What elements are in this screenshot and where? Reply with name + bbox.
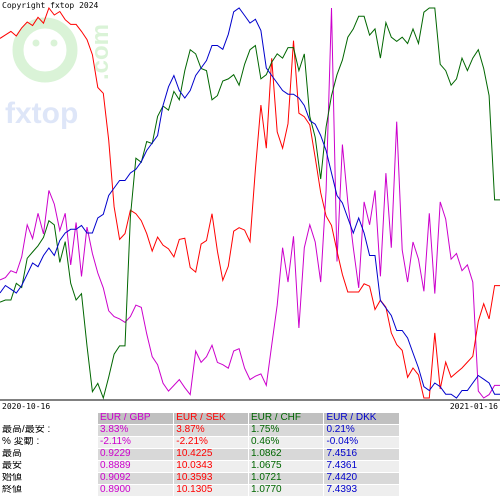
stats-cell: 1.0770 bbox=[247, 484, 325, 497]
stats-cell: 3.87% bbox=[173, 424, 249, 437]
x-start-label: 2020-10-16 bbox=[2, 402, 50, 411]
stats-row-end: 終値 0.8900 10.1305 1.0770 7.4393 bbox=[0, 484, 400, 497]
smiley-eye bbox=[32, 39, 40, 47]
stats-cell: 0.8900 bbox=[96, 484, 175, 497]
stats-cell: 0.8889 bbox=[96, 460, 175, 473]
stats-cell: -2.21% bbox=[173, 436, 249, 449]
stats-cell: 0.9229 bbox=[96, 448, 175, 461]
stats-cell: 1.75% bbox=[247, 424, 325, 437]
stats-cell: 0.21% bbox=[323, 424, 400, 437]
stats-cell: 7.4393 bbox=[323, 484, 400, 497]
stats-cell: 10.4225 bbox=[173, 448, 249, 461]
stats-table: EUR / GBP EUR / SEK EUR / CHF EUR / DKK 最高/最… bbox=[0, 412, 400, 497]
series-header: EUR / GBP bbox=[96, 412, 175, 425]
stats-cell: 7.4420 bbox=[323, 472, 400, 485]
stats-row-min: 最安 0.8889 10.0343 1.0675 7.4361 bbox=[0, 460, 400, 473]
series-layer bbox=[0, 6, 500, 400]
stats-cell: 0.46% bbox=[247, 436, 325, 449]
series-header: EUR / DKK bbox=[323, 412, 400, 425]
stats-row-change: % 変動 : -2.11% -2.21% 0.46% -0.04% bbox=[0, 436, 400, 449]
series-line-eur-sek bbox=[0, 6, 500, 399]
stats-cell: 10.1305 bbox=[173, 484, 249, 497]
stats-cell: 1.0862 bbox=[247, 448, 325, 461]
series-header: EUR / SEK bbox=[173, 412, 249, 425]
stats-cell: 7.4516 bbox=[323, 448, 400, 461]
stats-header-row: EUR / GBP EUR / SEK EUR / CHF EUR / DKK bbox=[0, 412, 400, 425]
currency-chart: .com fxtop Copyright fxtop 2024 2020-10-… bbox=[0, 1, 500, 411]
smiley-logo bbox=[12, 17, 78, 83]
series-line-eur-chf bbox=[0, 7, 500, 400]
stats-corner bbox=[0, 412, 98, 425]
stats-row-max: 最高 0.9229 10.4225 1.0862 7.4516 bbox=[0, 448, 400, 461]
x-end-label: 2021-01-16 bbox=[450, 402, 498, 411]
series-header: EUR / CHF bbox=[247, 412, 325, 425]
stats-cell: 7.4361 bbox=[323, 460, 400, 473]
stats-cell: 1.0675 bbox=[247, 460, 325, 473]
stats-row-label: 最安 bbox=[0, 460, 98, 473]
stats-cell: 0.9092 bbox=[96, 472, 175, 485]
copyright-text: Copyright fxtop 2024 bbox=[2, 1, 99, 10]
stats-cell: 1.0721 bbox=[247, 472, 325, 485]
stats-cell: 10.3593 bbox=[173, 472, 249, 485]
stats-row-label: 終値 bbox=[0, 484, 98, 497]
stats-row-start: 始値 0.9092 10.3593 1.0721 7.4420 bbox=[0, 472, 400, 485]
watermark-brand: fxtop bbox=[5, 97, 78, 130]
stats-row-label: 最高/最安 : bbox=[0, 424, 98, 437]
stats-cell: -2.11% bbox=[96, 436, 175, 449]
stats-row-range: 最高/最安 :3.83% 3.87% 1.75% 0.21% bbox=[0, 424, 400, 437]
fxtop-watermark: .com fxtop bbox=[5, 17, 114, 130]
series-line-eur-dkk bbox=[0, 7, 500, 399]
stats-cell: 10.0343 bbox=[173, 460, 249, 473]
series-line-eur-gbp bbox=[0, 7, 500, 399]
stats-row-label: 始値 bbox=[0, 472, 98, 485]
stats-cell: -0.04% bbox=[323, 436, 400, 449]
smiley-eye bbox=[50, 39, 58, 47]
stats-cell: 3.83% bbox=[96, 424, 175, 437]
stats-row-label: % 変動 : bbox=[0, 436, 98, 449]
stats-row-label: 最高 bbox=[0, 448, 98, 461]
